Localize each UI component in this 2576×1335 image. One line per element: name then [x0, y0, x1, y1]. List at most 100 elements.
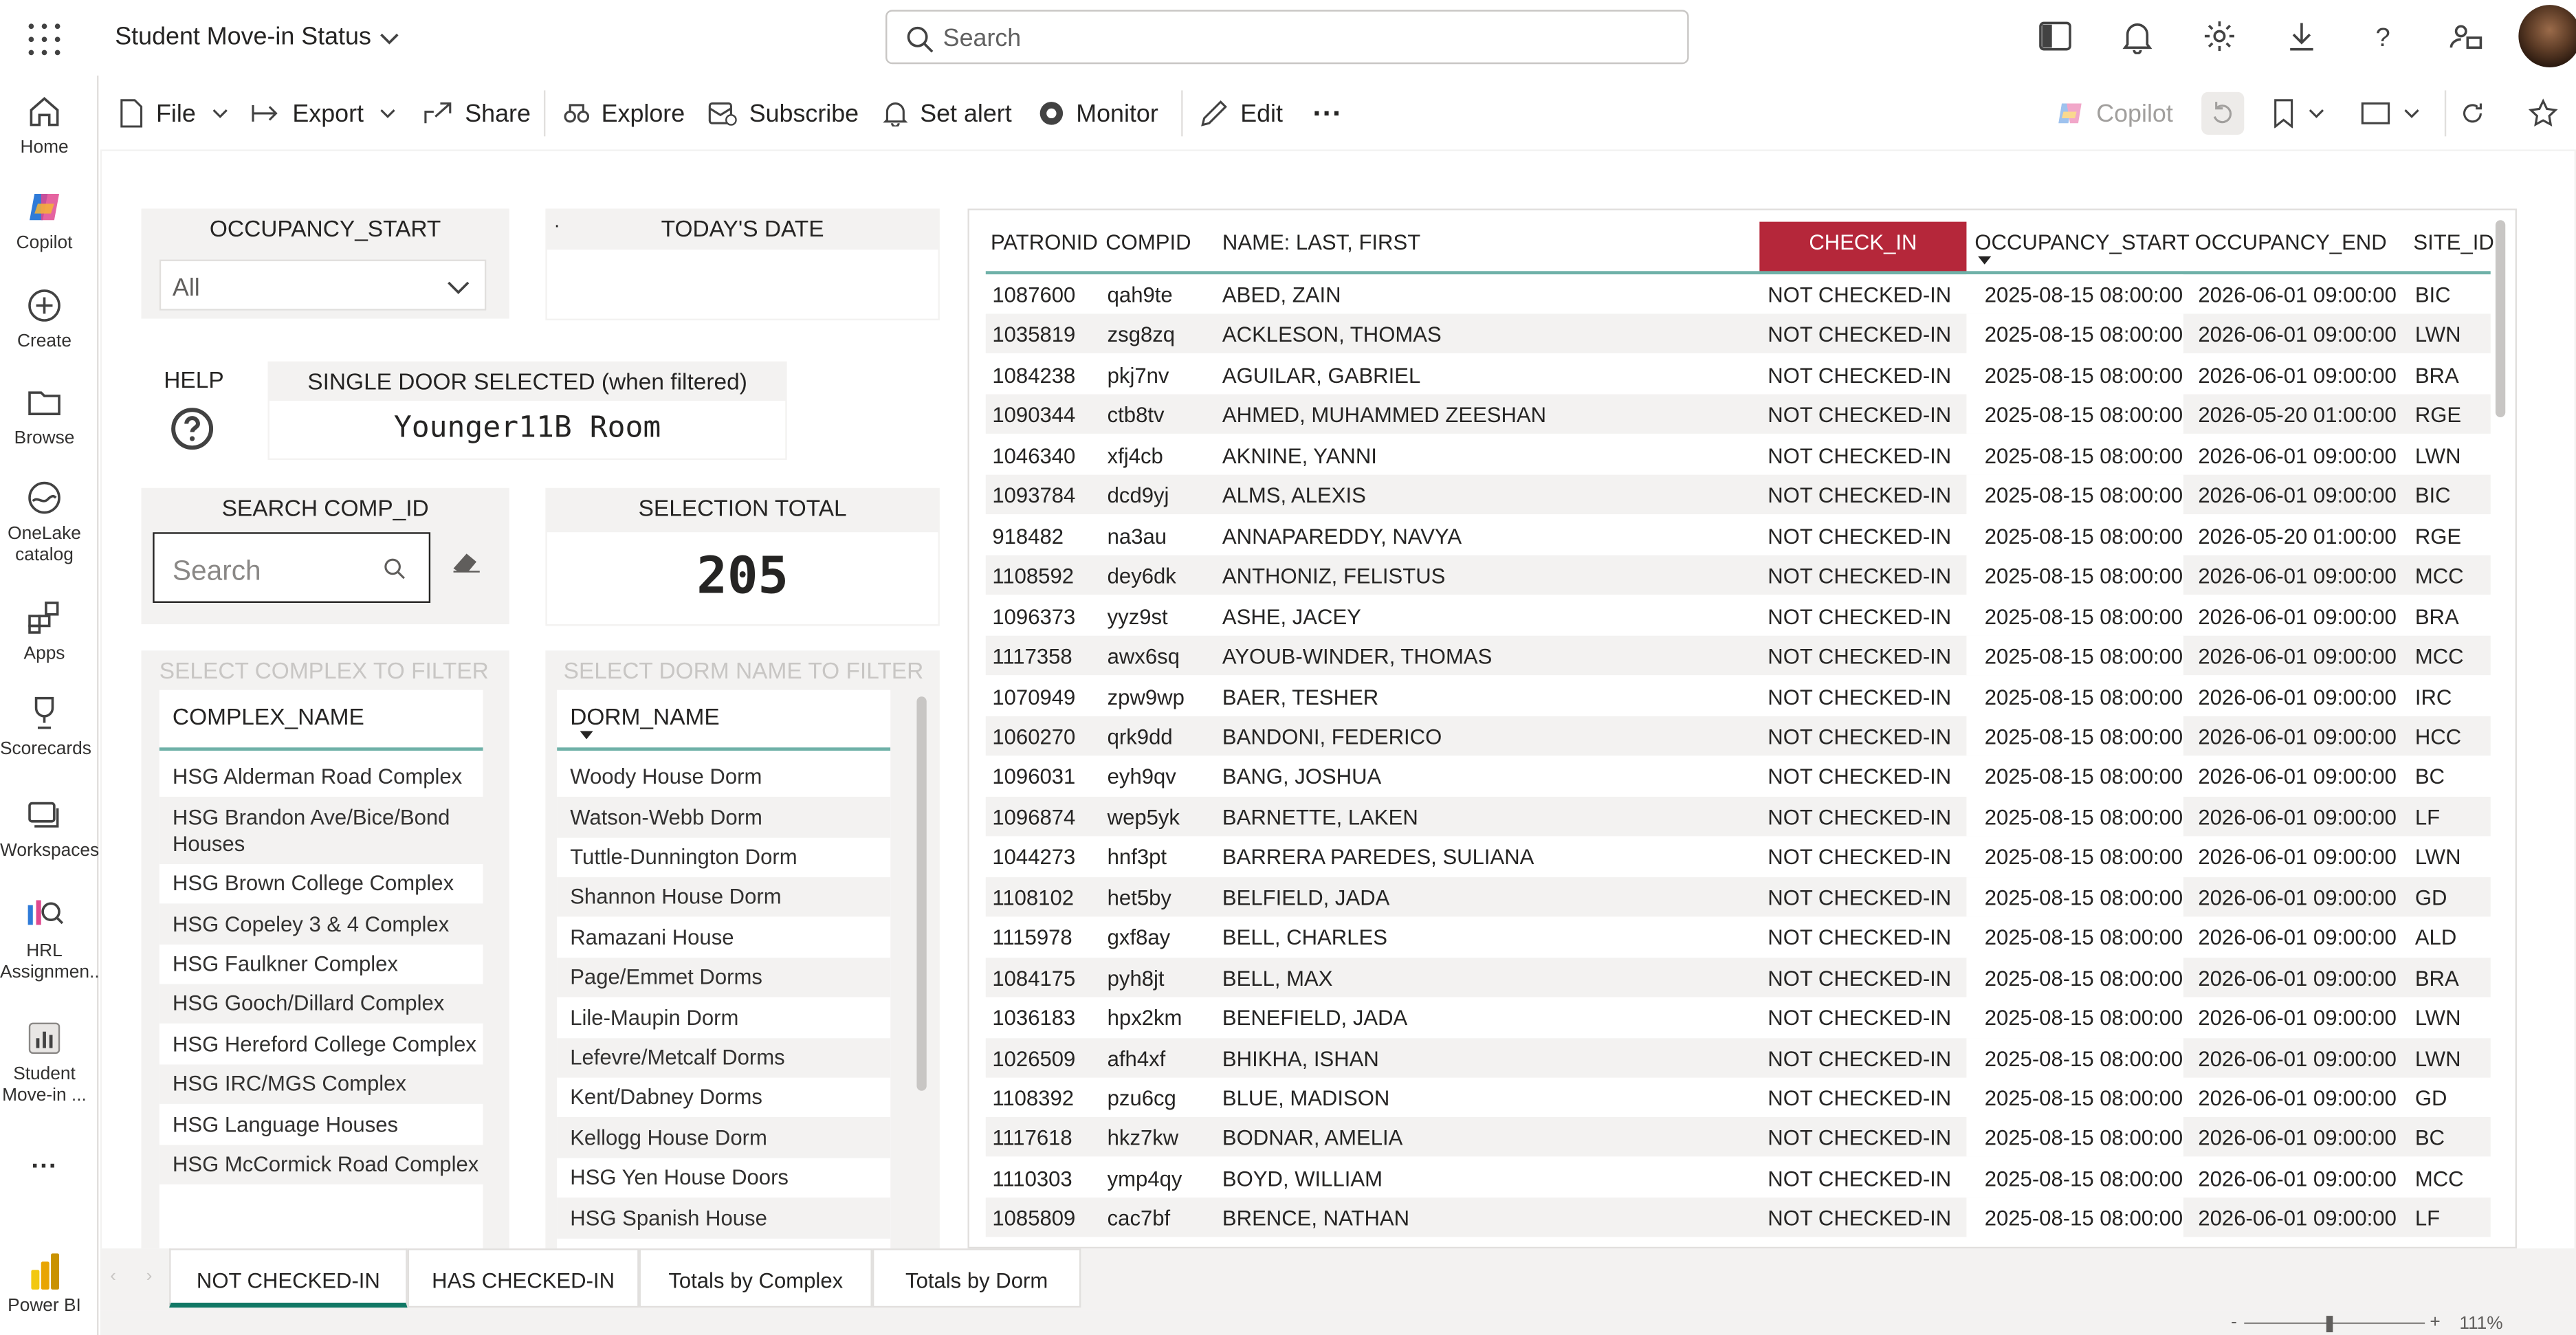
column-header-site-id[interactable]: SITE_ID — [2413, 230, 2494, 255]
list-item[interactable]: HSG IRC/MGS Complex — [159, 1064, 483, 1104]
list-item[interactable]: HSG Gooch/Dillard Complex — [159, 984, 483, 1024]
download-icon[interactable] — [2284, 18, 2320, 54]
zoom-slider-track[interactable] — [2244, 1322, 2425, 1325]
table-row[interactable]: 1110303 ymp4qy BOYD, WILLIAM NOT CHECKED-IN… — [986, 1158, 2491, 1198]
table-row[interactable]: 1090344 ctb8tv AHMED, MUHAMMED ZEESHAN NOT … — [985, 395, 2491, 434]
file-menu-button[interactable]: File — [118, 97, 243, 130]
table-row[interactable]: 1036183 hpx2km BENEFIELD, JADA NOT CHECKED-… — [986, 997, 2491, 1037]
table-scrollbar[interactable] — [2495, 220, 2506, 417]
table-row[interactable]: 1084238 pkj7nv AGUILAR, GABRIEL NOT CHECKED… — [986, 354, 2491, 395]
help-icon[interactable]: ? — [2366, 18, 2402, 54]
list-item[interactable]: HSG Alderman Road Complex — [159, 758, 483, 797]
refresh-icon[interactable] — [2459, 97, 2497, 130]
notifications-icon[interactable] — [2120, 18, 2156, 54]
comp-id-search-input[interactable]: Search — [153, 532, 431, 604]
global-search-input[interactable]: Search — [885, 10, 1689, 65]
zoom-in-button[interactable]: + — [2430, 1312, 2440, 1332]
app-launcher-icon[interactable] — [26, 21, 63, 58]
list-item[interactable]: HSG Brandon Ave/Bice/Bond Houses — [159, 796, 483, 864]
view-icon[interactable] — [2361, 97, 2433, 130]
tab-has-checked-in[interactable]: HAS CHECKED-IN — [407, 1248, 639, 1308]
column-header[interactable]: DORM_NAME — [570, 703, 719, 729]
sort-desc-icon[interactable] — [1978, 256, 1992, 265]
set-alert-button[interactable]: Set alert — [882, 97, 1012, 130]
table-row[interactable]: 1026509 afh4xf BHIKHA, ISHAN NOT CHECKED-IN… — [985, 1037, 2491, 1077]
rail-workspaces[interactable]: Workspaces — [0, 795, 99, 863]
dorm-list-scrollbar[interactable] — [916, 696, 927, 1091]
column-header-occupancy-end[interactable]: OCCUPANCY_END — [2195, 230, 2387, 255]
tab-totals-by-dorm[interactable]: Totals by Dorm — [872, 1248, 1081, 1308]
chevron-down-icon[interactable] — [376, 25, 402, 51]
share-feedback-icon[interactable] — [2448, 18, 2485, 54]
explore-button[interactable]: Explore — [564, 97, 685, 130]
list-item[interactable]: Page/Emmet Dorms — [557, 958, 891, 997]
table-row[interactable]: 1046340 xfj4cb AKNINE, YANNI NOT CHECKED-IN… — [986, 434, 2491, 475]
tab-totals-by-complex[interactable]: Totals by Complex — [639, 1248, 872, 1308]
tab-scroll-left-icon[interactable]: ‹ — [110, 1266, 116, 1286]
occupancy-start-dropdown[interactable]: All — [159, 259, 487, 311]
report-title[interactable]: Student Move-in Status — [115, 23, 371, 51]
column-header-name[interactable]: NAME: LAST, FIRST — [1222, 230, 1420, 255]
table-row[interactable]: 1108592 dey6dk ANTHONIZ, FELISTUS NOT CHECK… — [985, 555, 2491, 595]
table-row[interactable]: 1087600 qah9te ABED, ZAIN NOT CHECKED-IN 202… — [986, 274, 2491, 314]
list-item[interactable]: Lile-Maupin Dorm — [557, 997, 890, 1039]
panel-icon[interactable] — [2037, 18, 2073, 54]
reset-icon[interactable] — [2201, 91, 2245, 135]
list-item[interactable]: HSG McCormick Road Complex — [159, 1145, 483, 1184]
monitor-button[interactable]: Monitor — [1038, 97, 1158, 130]
rail-copilot[interactable]: Copilot — [0, 187, 89, 254]
table-row[interactable]: 1070949 zpw9wp BAER, TESHER NOT CHECKED-IN 2… — [986, 676, 2491, 716]
column-header-compid[interactable]: COMPID — [1105, 230, 1191, 255]
rail-student-move-in[interactable]: Student Move-in ... — [0, 1019, 89, 1107]
list-item[interactable]: HSG Faulkner Complex — [159, 945, 483, 984]
zoom-out-button[interactable]: - — [2231, 1312, 2237, 1332]
list-item[interactable]: HSG Spanish House — [557, 1198, 891, 1239]
tab-not-checked-in[interactable]: NOT CHECKED-IN — [169, 1248, 408, 1308]
help-question-icon[interactable] — [171, 408, 214, 450]
powerbi-switcher[interactable]: Power BI — [0, 1244, 89, 1335]
share-button[interactable]: Share — [424, 97, 531, 130]
list-item[interactable]: Watson-Webb Dorm — [557, 796, 891, 838]
list-item[interactable]: HSG Hereford College Complex — [159, 1024, 483, 1065]
bookmark-icon[interactable] — [2272, 97, 2338, 130]
table-row[interactable]: 1117618 hkz7kw BODNAR, AMELIA NOT CHECKED-I… — [985, 1118, 2491, 1158]
list-item[interactable]: Lefevre/Metcalf Dorms — [557, 1038, 891, 1078]
table-row[interactable]: 1093784 dcd9yj ALMS, ALEXIS NOT CHECKED-IN 2… — [985, 475, 2491, 515]
more-options-icon[interactable]: ··· — [1312, 96, 1342, 130]
settings-gear-icon[interactable] — [2201, 18, 2238, 54]
tab-scroll-right-icon[interactable]: › — [146, 1266, 153, 1286]
list-item[interactable]: HSG Shea House — [557, 1239, 890, 1248]
table-row[interactable]: 1096031 eyh9qv BANG, JOSHUA NOT CHECKED-IN 2… — [986, 756, 2491, 796]
column-header[interactable]: COMPLEX_NAME — [173, 703, 364, 729]
rail-home[interactable]: Home — [0, 92, 89, 159]
table-row[interactable]: 1044273 hnf3pt BARRERA PAREDES, SULIANA NOT… — [986, 837, 2491, 876]
column-header-check-in[interactable]: CHECK_IN — [1759, 221, 1967, 273]
more-icon[interactable]: ··· — [0, 1154, 89, 1180]
column-header-occupancy-start[interactable]: OCCUPANCY_START — [1974, 230, 2189, 255]
favorite-star-icon[interactable] — [2528, 97, 2570, 130]
export-menu-button[interactable]: Export — [252, 97, 412, 130]
sort-desc-icon[interactable] — [580, 731, 593, 740]
table-row[interactable]: 1060270 qrk9dd BANDONI, FEDERICO NOT CHECKE… — [985, 716, 2491, 756]
user-avatar[interactable] — [2518, 5, 2576, 67]
table-row[interactable]: 1096874 wep5yk BARNETTE, LAKEN NOT CHECKED-… — [985, 796, 2491, 836]
eraser-icon[interactable] — [450, 549, 483, 575]
list-item[interactable]: Ramazani House — [557, 916, 890, 958]
rail-onelake[interactable]: OneLake catalog — [0, 478, 89, 566]
table-row[interactable]: 1117358 awx6sq AYOUB-WINDER, THOMAS NOT CHE… — [985, 635, 2491, 676]
table-row[interactable]: 1085809 cac7bf BRENCE, NATHAN NOT CHECKED-I… — [985, 1198, 2491, 1238]
table-row[interactable]: 918482 na3au ANNAPAREDDY, NAVYA NOT CHECKED… — [986, 515, 2491, 555]
list-item[interactable]: Kellogg House Dorm — [557, 1116, 891, 1158]
list-item[interactable]: HSG Language Houses — [159, 1104, 483, 1145]
column-header-patronid[interactable]: PATRONID — [991, 230, 1098, 255]
table-row[interactable]: 1096373 yyz9st ASHE, JACEY NOT CHECKED-IN 20… — [986, 595, 2491, 635]
list-item[interactable]: HSG Yen House Doors — [557, 1158, 890, 1198]
table-row[interactable]: 1108392 pzu6cg BLUE, MADISON NOT CHECKED-IN… — [986, 1077, 2491, 1117]
table-row[interactable]: 1115978 gxf8ay BELL, CHARLES NOT CHECKED-IN… — [986, 916, 2491, 957]
list-item[interactable]: HSG Brown College Complex — [159, 864, 483, 903]
list-item[interactable]: Tuttle-Dunnington Dorm — [557, 838, 890, 877]
list-item[interactable]: Woody House Dorm — [557, 758, 890, 797]
edit-button[interactable]: Edit — [1199, 97, 1283, 130]
rail-hrl-assignments[interactable]: HRL Assignmen... — [0, 892, 104, 984]
rail-scorecards[interactable]: Scorecards — [0, 693, 91, 760]
